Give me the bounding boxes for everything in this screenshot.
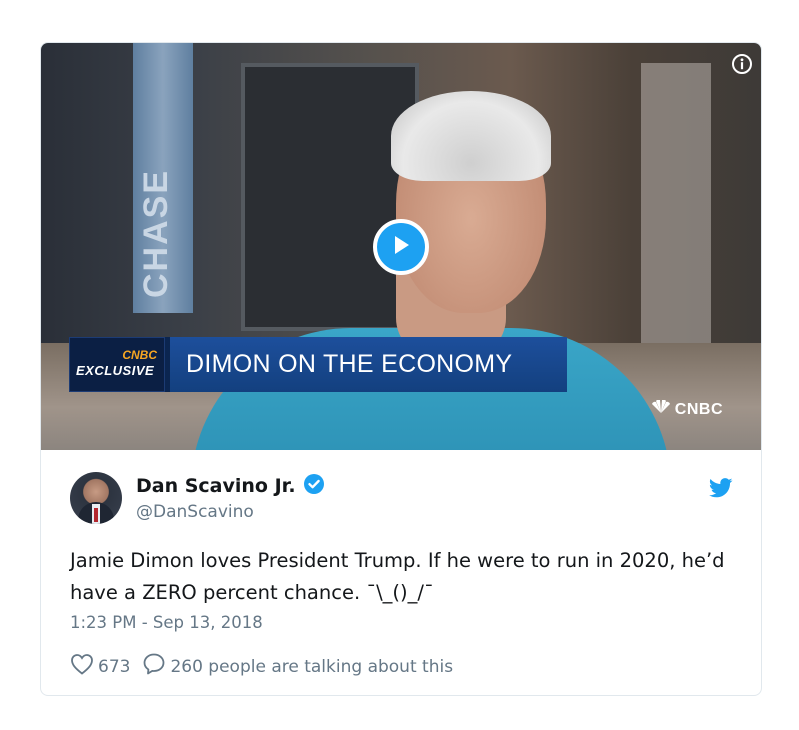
tweet-body: Dan Scavino Jr. @DanScavino Jamie Dimon … [41, 450, 761, 695]
author-handle[interactable]: @DanScavino [136, 502, 254, 522]
heart-icon [70, 653, 94, 680]
play-button[interactable] [373, 219, 429, 275]
exclusive-badge: CNBC EXCLUSIVE [69, 337, 165, 392]
speech-bubble-icon [142, 652, 166, 681]
like-button[interactable]: 673 [70, 653, 130, 680]
person-hair [391, 91, 551, 181]
background-window [241, 63, 419, 331]
author-name-row[interactable]: Dan Scavino Jr. [136, 474, 324, 498]
avatar-tie [94, 508, 98, 522]
avatar[interactable] [70, 472, 122, 524]
badge-network: CNBC [122, 348, 157, 362]
conversation-count: 260 people are talking about this [170, 656, 454, 677]
tweet-text: Jamie Dimon loves President Trump. If he… [70, 549, 725, 604]
badge-label: EXCLUSIVE [76, 363, 155, 378]
author-display-name[interactable]: Dan Scavino Jr. [136, 475, 296, 497]
news-lower-third: CNBC EXCLUSIVE DIMON ON THE ECONOMY [69, 337, 567, 392]
chase-sign-text: CHASE [137, 168, 175, 298]
verified-badge-icon [303, 474, 324, 498]
cnbc-watermark: CNBC [650, 399, 723, 419]
play-icon [390, 233, 412, 261]
like-count: 673 [98, 656, 131, 677]
embedded-tweet-card: CHASE CNBC EXCLUSIVE DIMON ON THE ECONOM… [40, 42, 762, 696]
tweet-timestamp[interactable]: 1:23 PM - Sep 13, 2018 [70, 613, 263, 632]
conversation-link[interactable]: 260 people are talking about this [142, 652, 453, 681]
video-player[interactable]: CHASE CNBC EXCLUSIVE DIMON ON THE ECONOM… [41, 43, 761, 450]
info-icon[interactable] [731, 53, 753, 75]
video-headline: DIMON ON THE ECONOMY [165, 337, 567, 392]
background-door-frame [641, 63, 711, 343]
peacock-icon [650, 399, 672, 419]
twitter-bird-icon[interactable] [708, 478, 733, 498]
cnbc-watermark-text: CNBC [674, 400, 723, 418]
tweet-actions: 673 260 people are talking about this [70, 652, 453, 681]
